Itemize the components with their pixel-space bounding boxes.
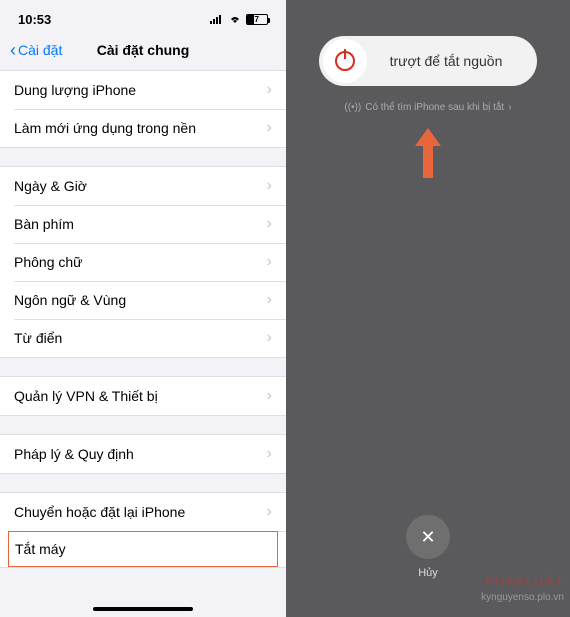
chevron-right-icon: ›: [267, 253, 272, 271]
settings-group-storage: Dung lượng iPhone › Làm mới ứng dụng tro…: [0, 70, 286, 148]
row-iphone-storage[interactable]: Dung lượng iPhone ›: [0, 71, 286, 109]
row-label: Bàn phím: [14, 216, 74, 232]
settings-group-reset: Chuyển hoặc đặt lại iPhone › Tắt máy: [0, 492, 286, 568]
row-keyboard[interactable]: Bàn phím ›: [0, 205, 286, 243]
watermark-sub: kynguyenso.plo.vn: [481, 592, 564, 603]
settings-panel: 10:53 37 ‹ Cài đặt Cài đặt chung Dung lư…: [0, 0, 286, 617]
signal-icon: [210, 12, 224, 27]
row-label: Tắt máy: [15, 541, 66, 557]
back-label: Cài đặt: [18, 42, 62, 58]
status-bar: 10:53 37: [0, 0, 286, 30]
chevron-right-icon: ›: [267, 81, 272, 99]
settings-group-locale: Ngày & Giờ › Bàn phím › Phông chữ › Ngôn…: [0, 166, 286, 358]
cancel-button[interactable]: ✕: [406, 515, 450, 559]
row-legal[interactable]: Pháp lý & Quy định ›: [0, 435, 286, 473]
annotation-arrow: [413, 128, 443, 183]
chevron-right-icon: ›: [267, 119, 272, 137]
slider-label: trượt để tắt nguồn: [367, 53, 533, 69]
row-label: Phông chữ: [14, 254, 83, 270]
close-icon: ✕: [420, 527, 435, 548]
settings-group-vpn: Quản lý VPN & Thiết bị ›: [0, 376, 286, 416]
power-knob[interactable]: [323, 39, 367, 83]
row-label: Từ điển: [14, 330, 62, 346]
row-vpn-device[interactable]: Quản lý VPN & Thiết bị ›: [0, 377, 286, 415]
power-slider[interactable]: trượt để tắt nguồn: [319, 36, 537, 86]
chevron-right-icon: ›: [267, 445, 272, 463]
settings-group-legal: Pháp lý & Quy định ›: [0, 434, 286, 474]
broadcast-icon: ((•)): [344, 102, 361, 113]
row-label: Quản lý VPN & Thiết bị: [14, 388, 158, 404]
home-indicator: [93, 607, 193, 611]
page-title: Cài đặt chung: [97, 42, 190, 58]
row-label: Chuyển hoặc đặt lại iPhone: [14, 504, 185, 520]
row-fonts[interactable]: Phông chữ ›: [0, 243, 286, 281]
row-label: Ngày & Giờ: [14, 178, 87, 194]
chevron-right-icon: ›: [267, 503, 272, 521]
row-date-time[interactable]: Ngày & Giờ ›: [0, 167, 286, 205]
back-button[interactable]: ‹ Cài đặt: [10, 41, 62, 59]
find-label: Có thể tìm iPhone sau khi bị tắt: [365, 102, 504, 113]
watermark: PHÁPLUẬT: [485, 574, 564, 589]
row-label: Dung lượng iPhone: [14, 82, 136, 98]
chevron-right-icon: ›: [267, 387, 272, 405]
chevron-right-icon: ›: [267, 291, 272, 309]
chevron-right-icon: ›: [267, 177, 272, 195]
battery-icon: 37: [246, 14, 268, 25]
chevron-left-icon: ‹: [10, 41, 16, 59]
row-label: Ngôn ngữ & Vùng: [14, 292, 126, 308]
row-background-refresh[interactable]: Làm mới ứng dụng trong nền ›: [0, 109, 286, 147]
status-time: 10:53: [18, 12, 51, 27]
nav-header: ‹ Cài đặt Cài đặt chung: [0, 30, 286, 70]
row-label: Pháp lý & Quy định: [14, 446, 134, 462]
row-transfer-reset[interactable]: Chuyển hoặc đặt lại iPhone ›: [0, 493, 286, 531]
power-icon: [335, 51, 355, 71]
row-dictionary[interactable]: Từ điển ›: [0, 319, 286, 357]
find-iphone-hint[interactable]: ((•)) Có thể tìm iPhone sau khi bị tắt ›: [286, 102, 570, 113]
row-label: Làm mới ứng dụng trong nền: [14, 120, 196, 136]
status-icons: 37: [210, 12, 268, 27]
chevron-right-icon: ›: [508, 102, 511, 113]
row-language-region[interactable]: Ngôn ngữ & Vùng ›: [0, 281, 286, 319]
chevron-right-icon: ›: [267, 329, 272, 347]
shutdown-panel: trượt để tắt nguồn ((•)) Có thể tìm iPho…: [286, 0, 570, 617]
wifi-icon: [228, 12, 242, 27]
row-shut-down[interactable]: Tắt máy: [8, 531, 278, 567]
chevron-right-icon: ›: [267, 215, 272, 233]
